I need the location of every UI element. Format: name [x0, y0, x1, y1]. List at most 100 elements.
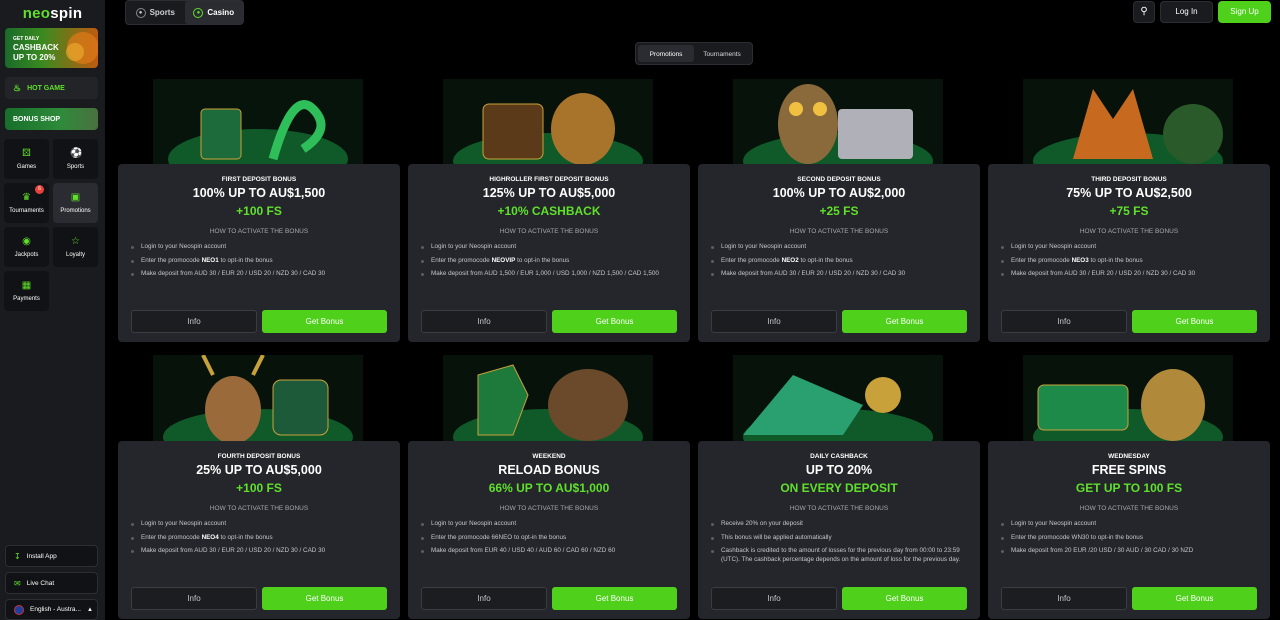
tab-tournaments[interactable]: Tournaments	[694, 45, 750, 62]
crocodile-artwork	[733, 355, 943, 441]
card-step: Login to your Neospin account	[711, 243, 969, 252]
card-step: Make deposit from 20 EUR /20 USD / 30 AU…	[1001, 547, 1259, 556]
sidebar-item-tournaments[interactable]: ♛ 6 Tournaments	[4, 183, 49, 223]
login-button[interactable]: Log In	[1160, 1, 1213, 23]
card-step: Enter the promocode NEO3 to opt-in the b…	[1001, 257, 1259, 266]
logo-part-spin: spin	[50, 5, 83, 22]
card-step: Make deposit from EUR 40 / USD 40 / AUD …	[421, 547, 679, 556]
card-step-text: Enter the promocode WN30 to opt-in the b…	[1011, 533, 1143, 541]
neospin-logo[interactable]: neospin	[0, 5, 105, 22]
how-to-activate: HOW TO ACTIVATE THE BONUS	[1079, 505, 1179, 512]
info-button[interactable]: Info	[421, 587, 547, 610]
info-button[interactable]: Info	[421, 310, 547, 333]
info-button[interactable]: Info	[131, 310, 257, 333]
promo-card: SECOND DEPOSIT BONUS 100% UP TO AU$2,000…	[698, 164, 980, 342]
tab-promotions[interactable]: Promotions	[638, 45, 694, 62]
activation-steps: Login to your Neospin account Enter the p…	[131, 243, 389, 284]
card-step-text: Make deposit from AUD 1,500 / EUR 1,000 …	[431, 270, 659, 277]
sidebar-item-label: Sports	[66, 164, 85, 170]
how-to-activate: HOW TO ACTIVATE THE BONUS	[1079, 228, 1179, 235]
card-heading: RELOAD BONUS	[498, 463, 600, 477]
info-button[interactable]: Info	[711, 310, 837, 333]
promo-subtabs: Promotions Tournaments	[635, 42, 753, 65]
sidebar-item-sports[interactable]: ⚽ Sports	[53, 139, 98, 179]
promo-card: HIGHROLLER FIRST DEPOSIT BONUS 125% UP T…	[408, 164, 690, 342]
promo-card: FIRST DEPOSIT BONUS 100% UP TO AU$1,500 …	[118, 164, 400, 342]
sidebar-item-games[interactable]: ⚄ Games	[4, 139, 49, 179]
promocode: NEOVIP	[491, 256, 516, 264]
promo-card: DAILY CASHBACK UP TO 20% ON EVERY DEPOSI…	[698, 441, 980, 619]
sidebar-item-label: Payments	[13, 296, 40, 302]
info-button[interactable]: Info	[1001, 310, 1127, 333]
star-icon: ☆	[71, 236, 80, 247]
get-bonus-button[interactable]: Get Bonus	[262, 587, 387, 610]
sidebar-item-promotions[interactable]: ▣ Promotions	[53, 183, 98, 223]
card-step: This bonus will be applied automatically	[711, 534, 969, 543]
install-app-label: Install App	[26, 552, 57, 560]
get-bonus-button[interactable]: Get Bonus	[1132, 310, 1257, 333]
card-heading: 100% UP TO AU$2,000	[772, 186, 906, 200]
banner-line-2: CASHBACK	[13, 43, 59, 52]
card-step-text: Login to your Neospin account	[721, 243, 807, 250]
info-button[interactable]: Info	[711, 587, 837, 610]
card-step: Login to your Neospin account	[1001, 520, 1259, 529]
card-step: Make deposit from AUD 1,500 / EUR 1,000 …	[421, 270, 679, 279]
search-icon: ⚲	[1140, 6, 1148, 17]
activation-steps: Login to your Neospin account Enter the p…	[421, 520, 679, 561]
hot-game-button[interactable]: ♨ HOT GAME	[5, 77, 98, 99]
install-app-button[interactable]: ↧ Install App	[5, 545, 98, 567]
get-bonus-button[interactable]: Get Bonus	[1132, 587, 1257, 610]
soccer-ball-icon: ⚽	[70, 148, 83, 159]
card-heading: 100% UP TO AU$1,500	[192, 186, 326, 200]
how-to-activate: HOW TO ACTIVATE THE BONUS	[209, 505, 309, 512]
search-button[interactable]: ⚲	[1133, 1, 1155, 23]
sidebar-item-label: Jackpots	[14, 252, 39, 258]
card-heading: UP TO 20%	[805, 463, 873, 477]
card-kicker: WEDNESDAY	[1108, 453, 1150, 460]
sidebar-item-jackpots[interactable]: ◉ Jackpots	[4, 227, 49, 267]
bison-artwork	[443, 355, 653, 441]
chat-icon: ✉	[14, 578, 21, 588]
get-bonus-button[interactable]: Get Bonus	[842, 587, 967, 610]
live-chat-button[interactable]: ✉ Live Chat	[5, 572, 98, 594]
card-step-text: Receive 20% on your deposit	[721, 520, 803, 527]
card-step: Enter the promocode WN30 to opt-in the b…	[1001, 534, 1259, 543]
language-label: English - Austra...	[30, 606, 81, 613]
product-switcher: ● Sports ● Casino	[125, 0, 244, 25]
card-step-text: Make deposit from AUD 30 / EUR 20 / USD …	[1011, 270, 1196, 277]
download-icon: ↧	[14, 551, 21, 561]
how-to-activate: HOW TO ACTIVATE THE BONUS	[789, 228, 889, 235]
card-step: Make deposit from AUD 30 / EUR 20 / USD …	[131, 547, 389, 556]
get-bonus-button[interactable]: Get Bonus	[552, 310, 677, 333]
how-to-activate: HOW TO ACTIVATE THE BONUS	[209, 228, 309, 235]
tab-sports[interactable]: ● Sports	[126, 1, 185, 24]
card-bonus: 66% UP TO AU$1,000	[488, 481, 610, 495]
how-to-activate: HOW TO ACTIVATE THE BONUS	[789, 505, 889, 512]
promo-card: WEEKEND RELOAD BONUS 66% UP TO AU$1,000 …	[408, 441, 690, 619]
language-selector[interactable]: English - Austra... ▲	[5, 599, 98, 620]
card-step-text: Login to your Neospin account	[1011, 243, 1097, 250]
info-button[interactable]: Info	[1001, 587, 1127, 610]
live-chat-label: Live Chat	[26, 579, 55, 587]
card-step: Enter the promocode NEO2 to opt-in the b…	[711, 257, 969, 266]
soccer-ball-icon: ●	[135, 7, 146, 18]
sidebar-item-label: Games	[16, 164, 37, 170]
sidebar-item-loyalty[interactable]: ☆ Loyalty	[53, 227, 98, 267]
tab-casino[interactable]: ● Casino	[184, 1, 243, 24]
info-button[interactable]: Info	[131, 587, 257, 610]
signup-button[interactable]: Sign Up	[1218, 1, 1271, 23]
bonus-shop-button[interactable]: BONUS SHOP	[5, 108, 98, 130]
card-step: Make deposit from AUD 30 / EUR 20 / USD …	[711, 270, 969, 279]
get-bonus-button[interactable]: Get Bonus	[552, 587, 677, 610]
promo-card: THIRD DEPOSIT BONUS 75% UP TO AU$2,500 +…	[988, 164, 1270, 342]
get-bonus-button[interactable]: Get Bonus	[842, 310, 967, 333]
card-kicker: WEEKEND	[532, 453, 566, 460]
cashback-banner[interactable]: GET DAILY CASHBACK UP TO 20%	[5, 28, 98, 68]
card-heading: FREE SPINS	[1091, 463, 1167, 477]
card-kicker: HIGHROLLER FIRST DEPOSIT BONUS	[489, 176, 609, 183]
banner-line-3: UP TO 20%	[13, 53, 56, 62]
sidebar-item-payments[interactable]: ▦ Payments	[4, 271, 49, 311]
card-step: Make deposit from AUD 30 / EUR 20 / USD …	[1001, 270, 1259, 279]
get-bonus-button[interactable]: Get Bonus	[262, 310, 387, 333]
card-step: Enter the promocode NEOVIP to opt-in the…	[421, 257, 679, 266]
